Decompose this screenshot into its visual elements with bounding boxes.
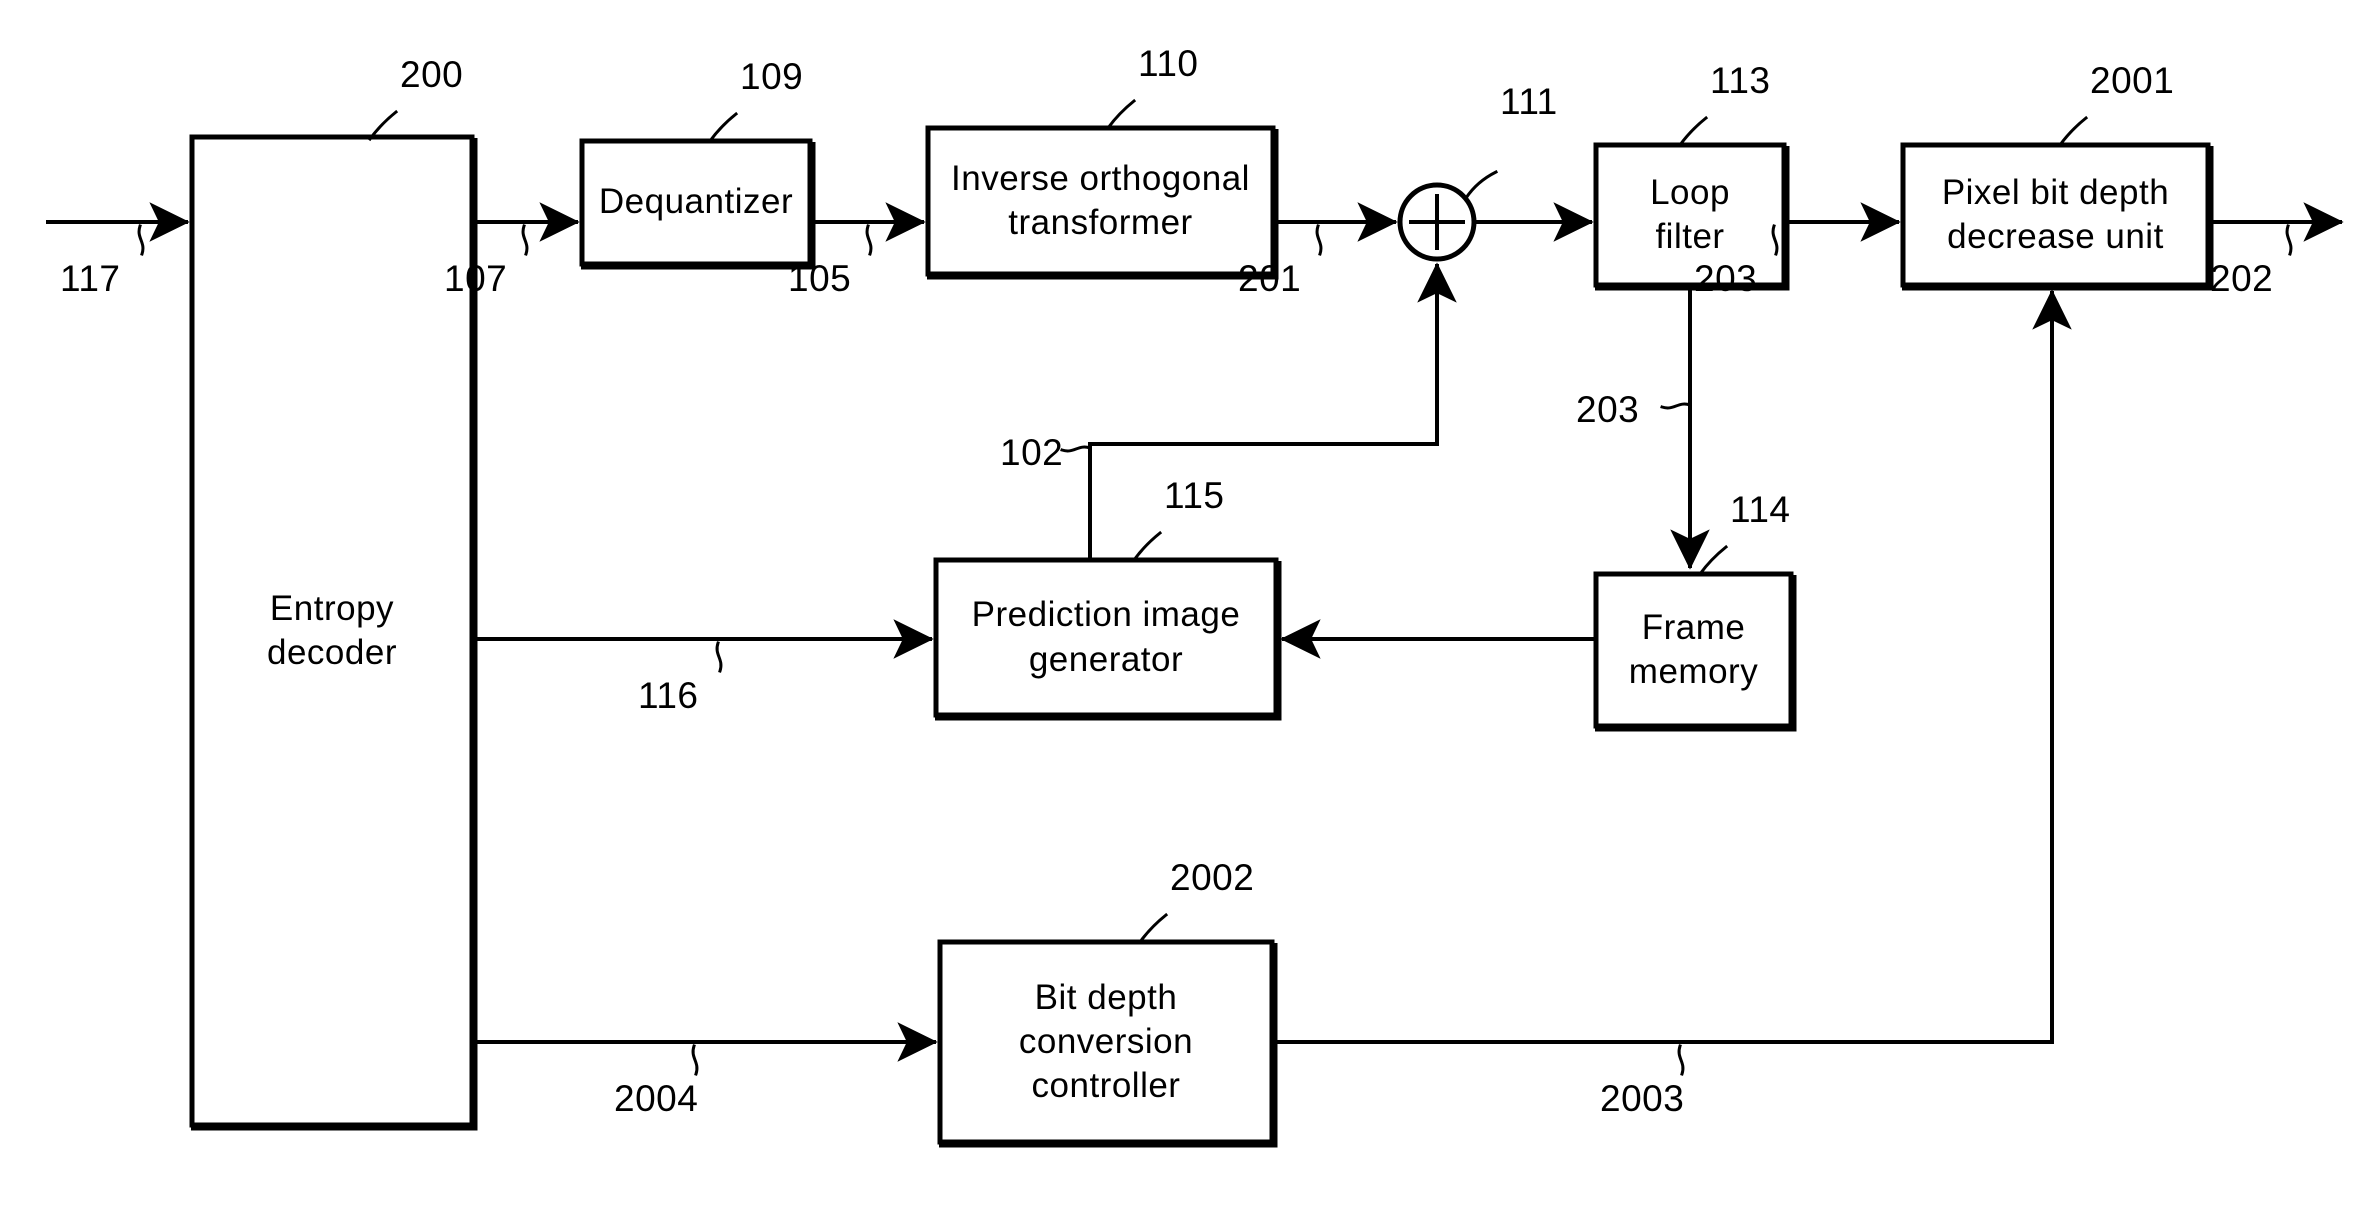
- connection-lines: [46, 202, 2344, 1062]
- patent-figure-canvas: Entropy decoder Dequantizer Inverse orth…: [0, 0, 2354, 1227]
- signal-ref-203-framememory: 203: [1576, 389, 1640, 430]
- diagram-vector-layer: [46, 98, 2344, 1148]
- signal-ref-201: 201: [1238, 258, 1302, 299]
- ref-numeral-inverse-orthogonal-transformer: 110: [1138, 43, 1199, 84]
- ref-numeral-bit-depth-conversion-controller: 2002: [1170, 857, 1255, 898]
- signal-ref-202: 202: [2210, 258, 2274, 299]
- signal-ref-105: 105: [788, 258, 852, 299]
- ref-numeral-dequantizer: 109: [740, 56, 804, 97]
- ref-numeral-loop-filter: 113: [1710, 60, 1771, 101]
- signal-ref-116: 116: [638, 675, 699, 716]
- ref-numeral-adder: 111: [1500, 81, 1558, 122]
- ref-numeral-entropy-decoder: 200: [400, 54, 464, 95]
- signal-ref-107: 107: [444, 258, 508, 299]
- signal-ref-2003: 2003: [1600, 1078, 1685, 1119]
- ref-numeral-frame-memory: 114: [1730, 489, 1791, 530]
- ref-numeral-prediction-image-generator: 115: [1164, 475, 1225, 516]
- signal-ref-203-output: 203: [1694, 258, 1758, 299]
- reference-leaders: [137, 98, 2293, 1076]
- adder-symbol: [1397, 182, 1477, 262]
- signal-ref-2004: 2004: [614, 1078, 699, 1119]
- signal-ref-117: 117: [60, 258, 121, 299]
- signal-ref-102: 102: [1000, 432, 1064, 473]
- ref-numeral-pixel-bit-depth-decrease-unit: 2001: [2090, 60, 2175, 101]
